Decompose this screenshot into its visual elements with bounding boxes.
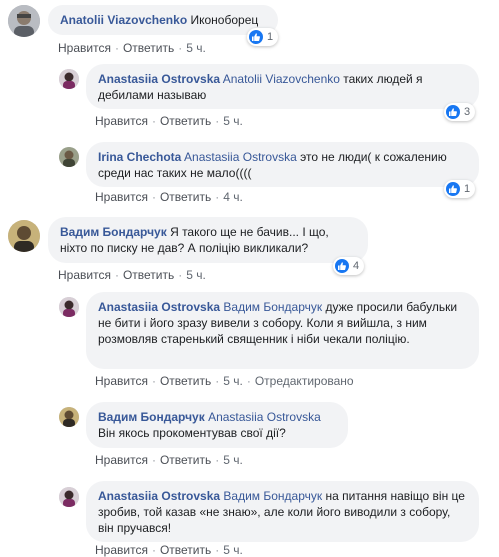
comment-mention[interactable]: Anatolii Viazovchenko (223, 72, 340, 86)
comment-time[interactable]: 5 ч. (223, 374, 243, 388)
edited-label[interactable]: Отредактировано (255, 374, 354, 388)
avatar[interactable] (8, 220, 40, 252)
comment-bubble: Вадим Бондарчук Anastasiia Ostrovska Він… (86, 402, 348, 448)
like-icon (249, 30, 263, 44)
reply-link[interactable]: Ответить (123, 41, 174, 55)
like-icon (335, 259, 349, 273)
comment-actions: Нравится · Ответить · 5 ч. (95, 543, 243, 557)
comment-author[interactable]: Anastasiia Ostrovska (98, 489, 220, 503)
comment-author[interactable]: Irina Chechota (98, 150, 181, 164)
comment-author[interactable]: Вадим Бондарчук (60, 225, 167, 239)
like-link[interactable]: Нравится (95, 453, 148, 467)
reaction-count[interactable]: 1 (247, 28, 279, 46)
comment-text: Иконоборец (190, 13, 259, 27)
reaction-number: 4 (353, 260, 360, 272)
reply-link[interactable]: Ответить (160, 114, 211, 128)
separator-dot: · (215, 114, 220, 128)
comment-time[interactable]: 5 ч. (223, 114, 243, 128)
separator-dot: · (178, 41, 183, 55)
avatar-image (8, 220, 40, 252)
avatar[interactable] (8, 5, 40, 37)
avatar[interactable] (59, 147, 79, 167)
separator-dot: · (114, 268, 119, 282)
comment-author[interactable]: Anastasiia Ostrovska (98, 72, 220, 86)
like-link[interactable]: Нравится (95, 374, 148, 388)
avatar-image (59, 297, 79, 317)
reaction-number: 1 (267, 31, 274, 43)
separator-dot: · (151, 374, 156, 388)
reaction-count[interactable]: 3 (444, 103, 476, 121)
separator-dot: · (151, 543, 156, 557)
reply-link[interactable]: Ответить (160, 543, 211, 557)
comment-author[interactable]: Anatolii Viazovchenko (60, 13, 187, 27)
separator-dot: · (114, 41, 119, 55)
avatar-image (59, 407, 79, 427)
like-link[interactable]: Нравится (95, 190, 148, 204)
comment-time[interactable]: 4 ч. (223, 190, 243, 204)
separator-dot: · (215, 374, 220, 388)
comment-author[interactable]: Вадим Бондарчук (98, 410, 205, 424)
comment-author[interactable]: Anastasiia Ostrovska (98, 300, 220, 314)
avatar-image (59, 487, 79, 507)
comment-mention[interactable]: Anastasiia Ostrovska (208, 410, 321, 424)
comment-time[interactable]: 5 ч. (186, 268, 206, 282)
comment-actions: Нравится · Ответить · 5 ч. (58, 268, 206, 282)
comment-actions: Нравится · Ответить · 5 ч. (58, 41, 206, 55)
avatar-image (8, 5, 40, 37)
avatar-image (59, 147, 79, 167)
avatar[interactable] (59, 69, 79, 89)
reaction-number: 3 (464, 106, 471, 118)
comment-actions: Нравится · Ответить · 5 ч. · Отредактировано (95, 374, 354, 388)
comment-actions: Нравится · Ответить · 4 ч. (95, 190, 243, 204)
avatar[interactable] (59, 297, 79, 317)
comment-bubble: Anastasiia Ostrovska Anatolii Viazovchen… (86, 64, 479, 109)
like-icon (446, 182, 460, 196)
reaction-number: 1 (464, 183, 471, 195)
like-icon (446, 105, 460, 119)
separator-dot: · (215, 543, 220, 557)
separator-dot: · (151, 453, 156, 467)
avatar[interactable] (59, 487, 79, 507)
like-link[interactable]: Нравится (95, 543, 148, 557)
comment-bubble: Irina Chechota Anastasiia Ostrovska это … (86, 142, 479, 187)
comment-bubble: Вадим Бондарчук Я такого ще не бачив... … (48, 217, 368, 263)
comment-bubble: Anastasiia Ostrovska Вадим Бондарчук дуж… (86, 292, 479, 369)
comment-bubble: Anatolii Viazovchenko Иконоборец (48, 5, 278, 35)
like-link[interactable]: Нравится (58, 268, 111, 282)
separator-dot: · (215, 190, 220, 204)
separator-dot: · (246, 374, 251, 388)
comment-mention[interactable]: Anastasiia Ostrovska (184, 150, 297, 164)
comment-mention[interactable]: Вадим Бондарчук (223, 489, 322, 503)
comment-text: Він якось прокоментував свої дії? (98, 426, 286, 440)
like-link[interactable]: Нравится (58, 41, 111, 55)
comment-bubble: Anastasiia Ostrovska Вадим Бондарчук на … (86, 481, 479, 542)
comment-time[interactable]: 5 ч. (223, 453, 243, 467)
avatar[interactable] (59, 407, 79, 427)
comment-time[interactable]: 5 ч. (223, 543, 243, 557)
separator-dot: · (151, 114, 156, 128)
reply-link[interactable]: Ответить (160, 453, 211, 467)
comment-time[interactable]: 5 ч. (186, 41, 206, 55)
reply-link[interactable]: Ответить (160, 190, 211, 204)
avatar-image (59, 69, 79, 89)
like-link[interactable]: Нравится (95, 114, 148, 128)
comment-mention[interactable]: Вадим Бондарчук (223, 300, 322, 314)
comment-actions: Нравится · Ответить · 5 ч. (95, 114, 243, 128)
reaction-count[interactable]: 4 (333, 257, 365, 275)
comment-actions: Нравится · Ответить · 5 ч. (95, 453, 243, 467)
reply-link[interactable]: Ответить (123, 268, 174, 282)
reaction-count[interactable]: 1 (444, 180, 476, 198)
reply-link[interactable]: Ответить (160, 374, 211, 388)
separator-dot: · (151, 190, 156, 204)
separator-dot: · (215, 453, 220, 467)
separator-dot: · (178, 268, 183, 282)
